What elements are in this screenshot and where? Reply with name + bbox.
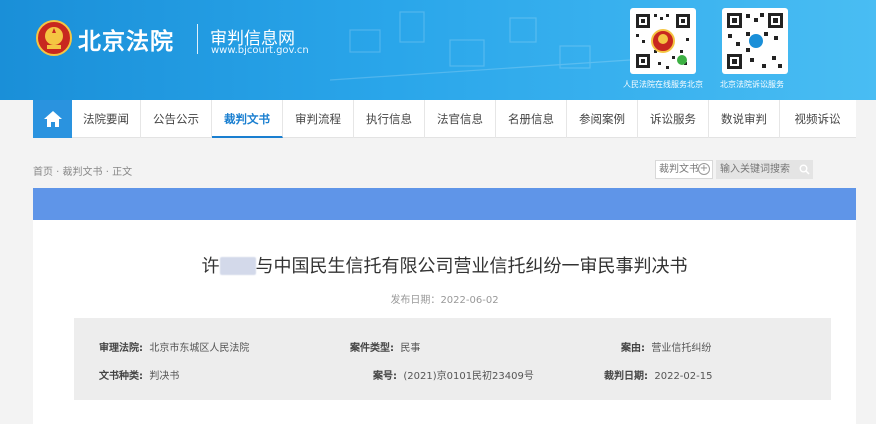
nav-item-judge-info[interactable]: 法官信息 (425, 100, 496, 138)
breadcrumb[interactable]: 首页 · 裁判文书 · 正文 (33, 163, 132, 178)
meta-court-label: 审理法院: (99, 343, 143, 354)
meta-doc-type: 文书种类: 判决书 (99, 367, 179, 382)
header-decoration (330, 11, 630, 81)
title-suffix: 与中国民生信托有限公司营业信托纠纷一审民事判决书 (255, 256, 688, 277)
meta-cause-value: 营业信托纠纷 (651, 343, 712, 354)
meta-judge-date: 裁判日期: 2022-02-15 (604, 367, 712, 382)
meta-cause: 案由: 营业信托纠纷 (621, 339, 711, 354)
meta-case-type: 案件类型: 民事 (350, 339, 420, 354)
nav-item-enforcement[interactable]: 执行信息 (354, 100, 425, 138)
meta-court-value: 北京市东城区人民法院 (149, 343, 250, 354)
redacted-name (219, 257, 256, 275)
nav-item-announcements[interactable]: 公告公示 (141, 100, 212, 138)
header-divider (197, 24, 198, 54)
search-input[interactable] (716, 160, 796, 179)
meta-judge-date-value: 2022-02-15 (654, 371, 713, 382)
nav-item-roster-info[interactable]: 名册信息 (496, 100, 567, 138)
meta-doc-type-label: 文书种类: (99, 371, 143, 382)
nav-item-litigation-service[interactable]: 诉讼服务 (638, 100, 709, 138)
content-header-band (33, 188, 856, 220)
meta-cause-label: 案由: (621, 343, 645, 354)
nav-items: 法院要闻 公告公示 裁判文书 审判流程 执行信息 法官信息 名册信息 参阅案例 … (72, 100, 855, 138)
meta-case-no: 案号: (2021)京0101民初23409号 (373, 367, 534, 382)
search-button[interactable] (796, 160, 813, 179)
title-prefix: 许 (201, 256, 220, 277)
home-icon (43, 111, 62, 127)
qr-caption-litigation-service: 北京法院诉讼服务 (720, 80, 784, 89)
meta-case-no-value: (2021)京0101民初23409号 (403, 371, 534, 382)
qr-code-graphic (636, 14, 690, 69)
qr-code-online-service (630, 8, 696, 74)
nav-item-video-litigation[interactable]: 视频诉讼 (780, 100, 855, 138)
nav-item-court-news[interactable]: 法院要闻 (72, 100, 141, 138)
subsite-url: www.bjcourt.gov.cn (211, 45, 309, 56)
publish-date-value: 2022-06-02 (440, 295, 499, 306)
nav-item-trial-process[interactable]: 审判流程 (283, 100, 354, 138)
publish-date: 发布日期：2022-06-02 (33, 291, 856, 306)
nav-item-judgments[interactable]: 裁判文书 (212, 100, 283, 138)
search-type-label: 裁判文书 (659, 164, 699, 175)
court-emblem-icon[interactable] (36, 19, 72, 57)
qr-code-litigation-service (722, 8, 788, 74)
search-icon (799, 164, 810, 175)
publish-date-label: 发布日期： (390, 295, 441, 306)
case-metadata: 审理法院: 北京市东城区人民法院 案件类型: 民事 案由: 营业信托纠纷 文书种… (74, 318, 831, 400)
document-panel: 许 与中国民生信托有限公司营业信托纠纷一审民事判决书 发布日期：2022-06-0… (33, 220, 856, 424)
qr-code-graphic (727, 13, 783, 69)
nav-item-reference-cases[interactable]: 参阅案例 (567, 100, 638, 138)
meta-case-type-label: 案件类型: (350, 343, 394, 354)
plus-circle-icon: + (698, 163, 710, 175)
nav-home-button[interactable] (33, 100, 72, 138)
meta-court: 审理法院: 北京市东城区人民法院 (99, 339, 249, 354)
nav-item-trial-data[interactable]: 数说审判 (709, 100, 780, 138)
meta-doc-type-value: 判决书 (149, 371, 180, 382)
main-nav: 法院要闻 公告公示 裁判文书 审判流程 执行信息 法官信息 名册信息 参阅案例 … (33, 100, 856, 138)
qr-caption-online-service: 人民法院在线服务北京 (623, 80, 703, 89)
meta-judge-date-label: 裁判日期: (604, 371, 648, 382)
site-header: 北京法院 审判信息网 www.bjcourt.gov.cn 人民法院在线服务北京 (0, 0, 876, 100)
document-title: 许 与中国民生信托有限公司营业信托纠纷一审民事判决书 (33, 252, 856, 278)
site-name[interactable]: 北京法院 (78, 22, 174, 56)
meta-case-type-value: 民事 (400, 343, 421, 354)
search-type-select[interactable]: 裁判文书 + (655, 160, 713, 179)
meta-case-no-label: 案号: (373, 371, 397, 382)
